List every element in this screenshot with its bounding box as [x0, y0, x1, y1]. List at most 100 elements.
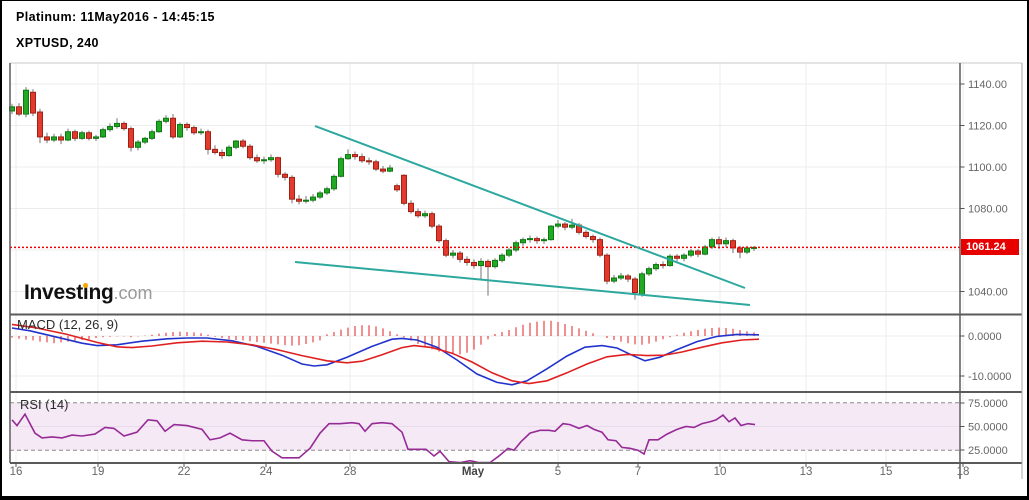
candle-up: [345, 154, 351, 160]
candle-up: [233, 140, 239, 148]
candle-down: [275, 157, 281, 175]
candle-up: [65, 131, 71, 141]
candle-down: [415, 211, 421, 217]
candle-down: [212, 148, 218, 153]
time-axis-label: 19: [92, 466, 105, 478]
price-axis-label: 1100.00: [968, 162, 1007, 174]
candle-up: [548, 225, 554, 241]
candle-up: [331, 175, 337, 190]
logo-suffix: .com: [113, 283, 153, 303]
candle-down: [58, 136, 64, 141]
candle-up: [387, 167, 393, 172]
candle-up: [198, 131, 204, 134]
time-axis-label: 7: [635, 466, 641, 478]
candle-down: [282, 173, 288, 178]
candle-down: [716, 239, 722, 245]
candle-down: [534, 238, 540, 242]
candle-up: [100, 129, 106, 138]
candle-down: [240, 140, 246, 147]
candle-up: [163, 117, 169, 122]
macd-panel-series: [11, 320, 760, 386]
candle-up: [681, 254, 687, 259]
candle-up: [149, 131, 155, 139]
candle-down: [394, 185, 400, 191]
candle-down: [37, 111, 43, 138]
candle-down: [632, 278, 638, 294]
candle-up: [639, 273, 645, 296]
candle-down: [247, 145, 253, 159]
candle-up: [723, 240, 729, 245]
candle-up: [611, 277, 617, 282]
candle-down: [604, 254, 610, 282]
time-axis-label: 13: [800, 466, 813, 478]
candle-up: [268, 157, 274, 161]
candle-up: [226, 146, 232, 157]
candle-down: [121, 122, 127, 130]
rsi-axis-label: 25.0000: [968, 445, 1008, 457]
candle-up: [310, 196, 316, 201]
candle-up: [51, 136, 57, 141]
candle-up: [527, 238, 533, 241]
candle-down: [359, 156, 365, 162]
candle-up: [618, 275, 624, 279]
investing-logo: Investi ng.com: [24, 281, 153, 304]
candle-down: [72, 131, 78, 139]
candle-up: [422, 213, 428, 217]
macd-axis-label: 0.0000: [968, 331, 1002, 343]
candle-up: [541, 239, 547, 242]
candle-down: [44, 136, 50, 141]
candle-down: [429, 213, 435, 227]
candle-up: [317, 192, 323, 198]
candle-up: [709, 239, 715, 248]
candle-down: [436, 225, 442, 242]
chart-window: Platinum: 11May2016 - 14:45:15 XPTUSD, 2…: [0, 0, 1029, 500]
candle-up: [142, 137, 148, 143]
time-axis-label: 10: [714, 466, 727, 478]
candle-up: [688, 250, 694, 256]
candle-down: [401, 174, 407, 204]
logo-text: Invest: [24, 281, 83, 304]
candle-up: [646, 268, 652, 275]
candle-up: [513, 242, 519, 251]
candle-down: [562, 223, 568, 228]
chart-canvas[interactable]: 1140.00 1120.00 1100.00 1080.00 1040.00 0.000…: [2, 1, 1029, 500]
candle-up: [653, 264, 659, 270]
candle-down: [464, 258, 470, 263]
candle-up: [324, 188, 330, 194]
candle-down: [191, 127, 197, 134]
candle-up: [506, 249, 512, 256]
candle-up: [569, 224, 575, 228]
candle-up: [492, 259, 498, 268]
candle-down: [219, 151, 225, 157]
candle-up: [79, 132, 85, 139]
time-axis-label: 5: [555, 466, 561, 478]
macd-indicator-label: MACD (12, 26, 9): [17, 317, 119, 332]
candle-down: [373, 161, 379, 170]
price-axis-label: 1120.00: [968, 121, 1007, 133]
candle-down: [30, 91, 36, 114]
candle-down: [296, 198, 302, 202]
rsi-band: [10, 402, 960, 451]
candle-up: [338, 158, 344, 177]
candle-down: [674, 255, 680, 259]
rsi-axis-label: 75.0000: [968, 398, 1008, 410]
candle-up: [177, 123, 183, 138]
candle-up: [555, 223, 561, 227]
time-axis-label: 16: [10, 466, 23, 478]
candle-down: [583, 231, 589, 238]
candle-up: [23, 89, 29, 115]
candle-down: [184, 123, 190, 129]
rsi-axis-label: 50.0000: [968, 422, 1008, 434]
price-axis: 1140.00 1120.00 1100.00 1080.00 1040.00 0.000…: [960, 79, 1011, 457]
candle-up: [499, 254, 505, 261]
candle-down: [128, 128, 134, 148]
lower-wedge-line: [294, 261, 751, 306]
candle-up: [450, 252, 456, 256]
trendlines: [294, 125, 751, 306]
candle-down: [16, 106, 22, 115]
time-axis-label: May: [462, 466, 485, 478]
candle-up: [107, 126, 113, 131]
candle-down: [254, 157, 260, 162]
candle-up: [478, 260, 484, 267]
upper-wedge-line: [314, 125, 746, 289]
